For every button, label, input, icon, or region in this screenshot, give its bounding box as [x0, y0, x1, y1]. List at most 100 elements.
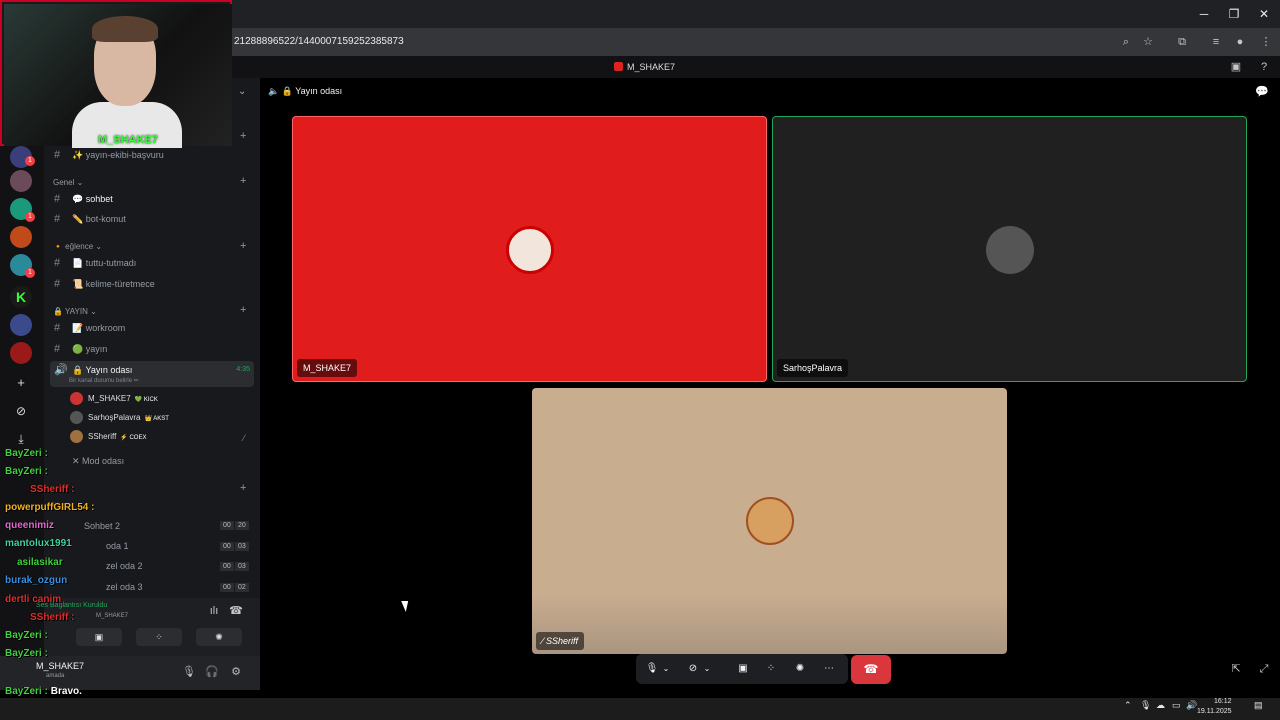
add-channel-icon[interactable]: + [240, 304, 246, 316]
category-genel[interactable]: Genel ⌄ [53, 178, 83, 187]
clock[interactable]: 16:12 19.11.2025 [1196, 697, 1232, 717]
notification-badge: 1 [25, 268, 35, 278]
channel-kelime-turetmece[interactable]: # 📜 kelime-türetmece [50, 275, 254, 293]
microphone-icon[interactable]: 🎙 [1140, 700, 1151, 711]
channel-sohbet[interactable]: # 💬 sohbet [50, 190, 254, 208]
voice-user[interactable]: SSheriff ⚡ COEX [68, 428, 254, 445]
server-icon[interactable] [10, 226, 32, 248]
chat-username: dertli canim [5, 594, 62, 605]
chat-username: BayZeri : [5, 448, 48, 459]
user-limit: 03 [235, 542, 249, 551]
kick-server-icon[interactable]: K [10, 286, 32, 308]
voice-user[interactable]: SarhoşPalavra 👑 AKST [68, 409, 254, 426]
network-icon[interactable]: ▭ [1172, 700, 1181, 711]
microphone-icon[interactable]: 🎙 [642, 660, 662, 678]
participant-name: ⁄ SSheriff [536, 632, 585, 650]
chevron-down-icon[interactable]: ⌄ [660, 660, 672, 678]
soundboard-button[interactable]: ✺ [196, 628, 242, 646]
chat-message: burak_ozgun [5, 575, 70, 586]
user-name[interactable]: M_SHAKE7 [36, 661, 84, 671]
voice-channel-mod-odasi[interactable]: ✕ Mod odası [50, 452, 254, 470]
server-icon[interactable] [10, 170, 32, 192]
camera-off-icon[interactable]: ⊘ [683, 660, 703, 678]
category-yayin[interactable]: 🔒 YAYIN ⌄ [53, 307, 97, 316]
extensions-icon[interactable]: ⧉ [1174, 34, 1190, 50]
profile-icon[interactable]: ● [1232, 34, 1248, 50]
user-limit: 03 [235, 562, 249, 571]
fullscreen-icon[interactable]: ⤢ [1256, 661, 1272, 677]
avatar [70, 411, 83, 424]
chevron-down-icon[interactable]: ⌄ [238, 86, 246, 97]
popout-icon[interactable]: ⇱ [1228, 661, 1244, 677]
participant-tile[interactable]: SarhoşPalavra [772, 116, 1247, 382]
speaker-icon: 🔈 [268, 86, 280, 96]
add-channel-icon[interactable]: + [240, 130, 246, 142]
channel-status[interactable]: Bir kanal durumu belirle ✏ [69, 377, 139, 384]
add-server-icon[interactable]: + [10, 372, 32, 394]
sound-waves-icon[interactable]: ılı [206, 603, 222, 619]
participant-tile[interactable]: M_SHAKE7 [292, 116, 767, 382]
chat-message: BayZeri : [5, 466, 51, 477]
chat-message: BayZeri : [5, 630, 51, 641]
close-button[interactable]: ✕ [1256, 6, 1272, 22]
more-options-icon[interactable]: ⋯ [819, 660, 839, 678]
maximize-button[interactable]: ❐ [1226, 6, 1242, 22]
settings-gear-icon[interactable]: ⚙ [228, 664, 244, 680]
soundboard-icon[interactable]: ✺ [790, 660, 810, 678]
server-icon[interactable] [10, 342, 32, 364]
chat-message: SSheriff : [30, 612, 77, 623]
channel-yayin-ekibi[interactable]: # ✨ yayın-ekibi-başvuru [50, 146, 254, 164]
user-status: amada [46, 673, 65, 679]
menu-icon[interactable]: ⋮ [1258, 34, 1274, 50]
add-channel-icon[interactable]: + [240, 175, 246, 187]
channel-yayin[interactable]: # 🟢 yayın [50, 340, 254, 358]
user-limit: 20 [235, 521, 249, 530]
download-icon[interactable]: ⤓ [10, 428, 32, 450]
participant-tile[interactable]: ⁄ SSheriff [532, 388, 1007, 654]
server-icon[interactable] [10, 314, 32, 336]
leave-call-button[interactable]: ☎ [851, 655, 891, 684]
chat-message: BayZeri : [5, 648, 51, 659]
voice-room-header: 🔈 🔒 Yayın odası [268, 86, 343, 96]
chat-message: asilasikar [17, 557, 66, 568]
explore-icon[interactable]: ⊘ [10, 400, 32, 422]
user-count: 00 [220, 521, 234, 530]
activities-icon[interactable]: ⁘ [761, 660, 781, 678]
muted-icon: ⁄ [243, 433, 245, 443]
notification-badge: 1 [25, 156, 35, 166]
voice-timer: 4:35 [236, 366, 250, 373]
speaker-icon: 🔊 [54, 364, 68, 376]
headphones-icon[interactable]: 🎧 [204, 664, 220, 680]
screen-share-icon[interactable]: ▣ [733, 660, 753, 678]
minimize-button[interactable]: ─ [1196, 6, 1212, 22]
activities-button[interactable]: ⁘ [136, 628, 182, 646]
address-bar[interactable]: 21288896522/1440007159252385873 [234, 36, 404, 47]
notification-badge: 1 [25, 212, 35, 222]
add-channel-icon[interactable]: + [240, 240, 246, 252]
chat-username: BayZeri : [5, 466, 48, 477]
voice-user[interactable]: M_SHAKE7 💚 KICK [68, 390, 254, 407]
channel-bot-komut[interactable]: # ✏️ bot-komut [50, 210, 254, 228]
chat-icon[interactable]: 💬 [1254, 84, 1270, 100]
channel-tuttu-tutmadi[interactable]: # 📄 tuttu-tutmadı [50, 254, 254, 272]
disconnect-icon[interactable]: ☎ [228, 603, 244, 619]
notifications-icon[interactable]: ▤ [1254, 700, 1263, 711]
chat-username: BayZeri : [5, 648, 48, 659]
channel-workroom[interactable]: # 📝 workroom [50, 319, 254, 337]
inbox-icon[interactable]: ▣ [1228, 59, 1244, 75]
screen-share-button[interactable]: ▣ [76, 628, 122, 646]
zoom-icon[interactable]: ⌕ [1118, 34, 1134, 50]
category-eglence[interactable]: 🔸 eğlence ⌄ [53, 242, 102, 251]
tray-arrow-icon[interactable]: ⌃ [1124, 700, 1132, 711]
media-icon[interactable]: ≡ [1208, 34, 1224, 50]
hash-icon: # [54, 149, 61, 161]
hash-icon: # [54, 257, 61, 269]
chat-message: dertli canim [5, 594, 64, 605]
help-icon[interactable]: ? [1256, 59, 1272, 75]
bookmark-star-icon[interactable]: ☆ [1140, 34, 1156, 50]
cloud-icon[interactable]: ☁ [1156, 700, 1165, 711]
chevron-down-icon[interactable]: ⌄ [701, 660, 713, 678]
microphone-icon[interactable]: 🎙 [181, 664, 197, 680]
add-channel-icon[interactable]: + [240, 482, 246, 494]
chat-username: asilasikar [17, 557, 63, 568]
